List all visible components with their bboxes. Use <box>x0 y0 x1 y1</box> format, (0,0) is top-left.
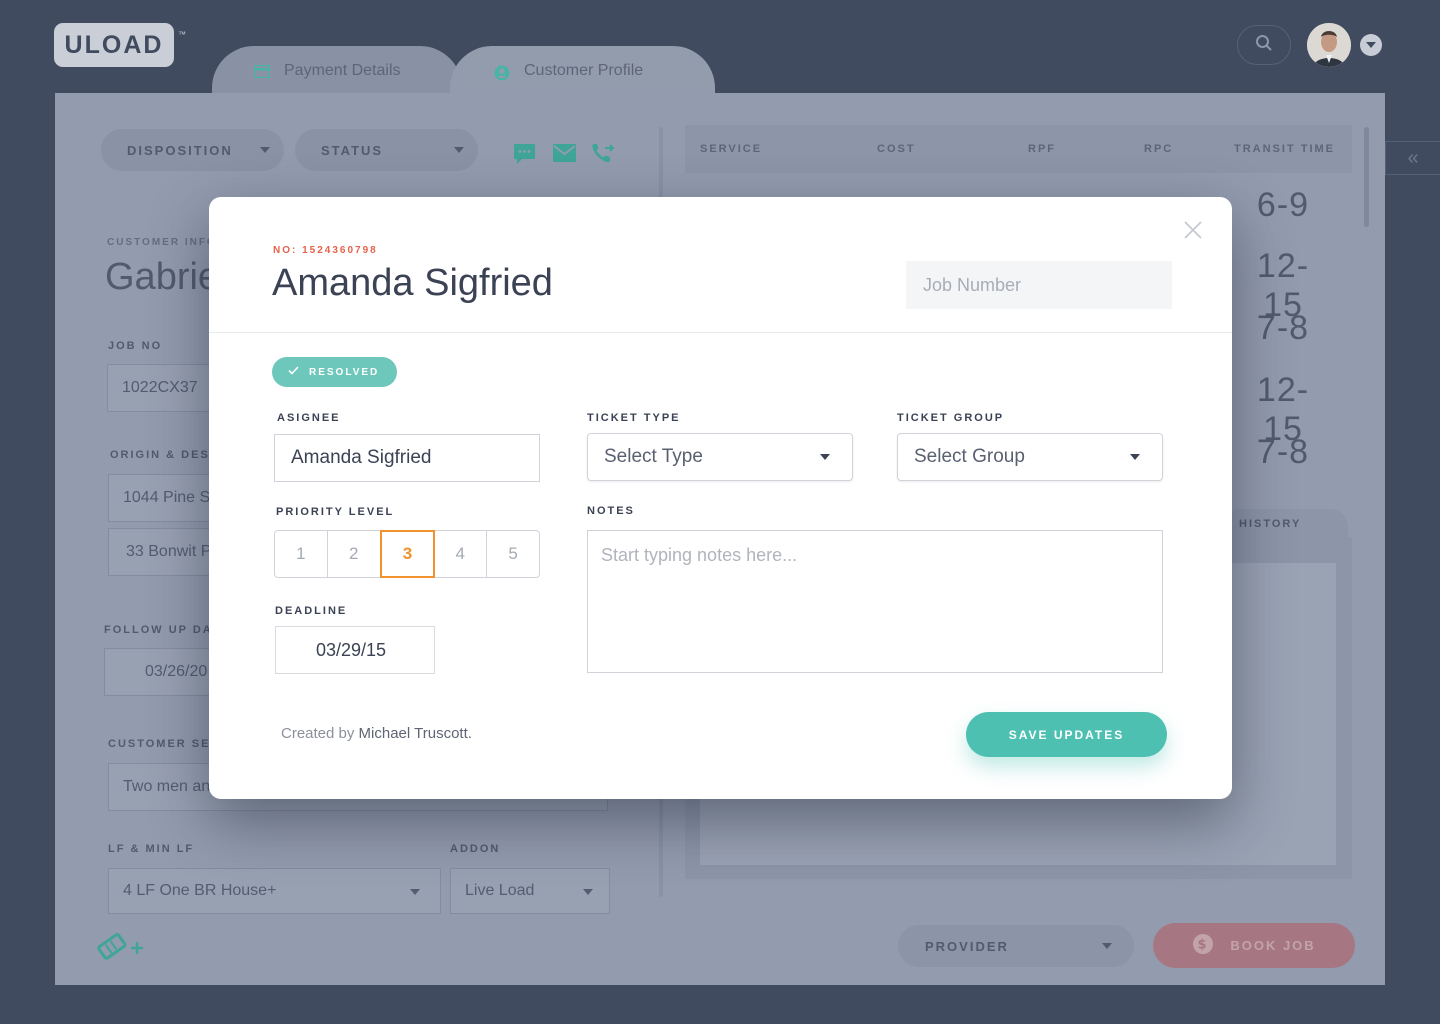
disposition-dropdown[interactable]: DISPOSITION <box>101 129 284 171</box>
modal-divider <box>209 332 1232 333</box>
column-header-rpc: RPC <box>1144 143 1174 155</box>
priority-level-label: PRIORITY LEVEL <box>276 506 395 518</box>
svg-text:$: $ <box>1198 938 1209 953</box>
priority-option-2[interactable]: 2 <box>328 531 381 577</box>
assignee-field[interactable]: Amanda Sigfried <box>274 434 540 482</box>
created-by-text: Created by Michael Truscott. <box>281 725 472 742</box>
caret-down-icon <box>820 454 830 460</box>
caret-down-icon <box>1102 943 1112 949</box>
lf-label: LF & MIN LF <box>108 843 195 855</box>
caret-down-icon <box>260 147 270 153</box>
deadline-field[interactable]: 03/29/15 <box>275 626 435 674</box>
column-header-transit-time: TRANSIT TIME <box>1234 143 1335 155</box>
priority-option-5[interactable]: 5 <box>487 531 539 577</box>
destination-field[interactable]: 33 Bonwit P <box>108 528 218 576</box>
close-icon <box>1183 221 1203 244</box>
trademark-mark: ™ <box>178 30 186 39</box>
transit-time-cell: 7-8 <box>1256 309 1310 347</box>
search-icon <box>1255 34 1273 57</box>
account-menu-toggle[interactable] <box>1360 34 1382 56</box>
addon-label: ADDON <box>450 843 501 855</box>
mail-icon[interactable] <box>552 143 577 168</box>
job-no-field[interactable]: 1022CX37 <box>107 364 217 412</box>
priority-option-3[interactable]: 3 <box>379 530 436 578</box>
user-avatar[interactable] <box>1307 23 1351 67</box>
notes-textarea[interactable] <box>587 530 1163 673</box>
created-by-name[interactable]: Michael Truscott. <box>359 725 472 742</box>
notes-label: NOTES <box>587 505 635 517</box>
save-updates-button[interactable]: SAVE UPDATES <box>966 712 1167 757</box>
column-header-service: SERVICE <box>700 143 763 155</box>
phone-forward-icon[interactable] <box>590 141 616 170</box>
assignee-label: ASIGNEE <box>277 412 341 424</box>
follow-up-date-field[interactable]: 03/26/20 <box>104 648 218 696</box>
dollar-coin-icon: $ <box>1192 933 1214 958</box>
ticket-type-label: TICKET TYPE <box>587 412 681 424</box>
tab-customer-profile[interactable]: Customer Profile <box>450 46 715 96</box>
ticket-number: NO: 1524360798 <box>273 245 378 256</box>
priority-option-1[interactable]: 1 <box>275 531 328 577</box>
transit-time-cell: 6-9 <box>1256 186 1310 224</box>
right-scrollbar[interactable] <box>1364 127 1369 227</box>
addon-dropdown[interactable]: Live Load <box>450 868 610 914</box>
caret-down-icon <box>454 147 464 153</box>
caret-down-icon <box>583 889 593 895</box>
double-chevron-left-icon: « <box>1407 146 1419 169</box>
job-number-input[interactable] <box>906 261 1172 309</box>
caret-down-icon <box>1130 454 1140 460</box>
add-ticket-icon[interactable] <box>97 931 147 968</box>
origin-field[interactable]: 1044 Pine St <box>108 474 218 522</box>
provider-dropdown[interactable]: PROVIDER <box>898 925 1134 967</box>
transit-time-cell: 7-8 <box>1256 433 1310 471</box>
caret-down-icon <box>410 889 420 895</box>
uload-logo[interactable]: ULOAD <box>54 23 174 67</box>
ticket-customer-name: Amanda Sigfried <box>272 262 553 304</box>
book-job-button[interactable]: $ BOOK JOB <box>1153 923 1355 968</box>
search-button[interactable] <box>1237 25 1291 65</box>
check-icon <box>288 366 299 378</box>
job-no-label: JOB NO <box>108 340 163 352</box>
ticket-type-dropdown[interactable]: Select Type <box>587 433 853 481</box>
tab-label: Customer Profile <box>524 62 644 79</box>
tab-label: Payment Details <box>284 62 401 79</box>
priority-level-selector: 1 2 3 4 5 <box>274 530 540 578</box>
collapse-sidebar-button[interactable]: « <box>1385 141 1440 175</box>
column-header-cost: COST <box>877 143 916 155</box>
deadline-label: DEADLINE <box>275 605 348 617</box>
status-badge[interactable]: RESOLVED <box>272 357 397 387</box>
credit-card-icon <box>253 64 271 78</box>
column-header-rpf: RPF <box>1028 143 1056 155</box>
chevron-down-icon <box>1366 36 1376 54</box>
tab-payment-details[interactable]: Payment Details <box>212 46 462 96</box>
user-circle-icon <box>494 65 510 80</box>
tab-history[interactable]: HISTORY <box>1223 509 1348 539</box>
priority-option-4[interactable]: 4 <box>434 531 488 577</box>
status-dropdown[interactable]: STATUS <box>295 129 478 171</box>
ticket-group-dropdown[interactable]: Select Group <box>897 433 1163 481</box>
ticket-group-label: TICKET GROUP <box>897 412 1005 424</box>
origin-dest-label: ORIGIN & DEST <box>110 449 219 461</box>
chat-icon[interactable] <box>512 142 537 171</box>
customer-info-label: CUSTOMER INFO <box>107 237 217 248</box>
lf-dropdown[interactable]: 4 LF One BR House+ <box>108 868 441 914</box>
close-button[interactable] <box>1183 220 1203 240</box>
